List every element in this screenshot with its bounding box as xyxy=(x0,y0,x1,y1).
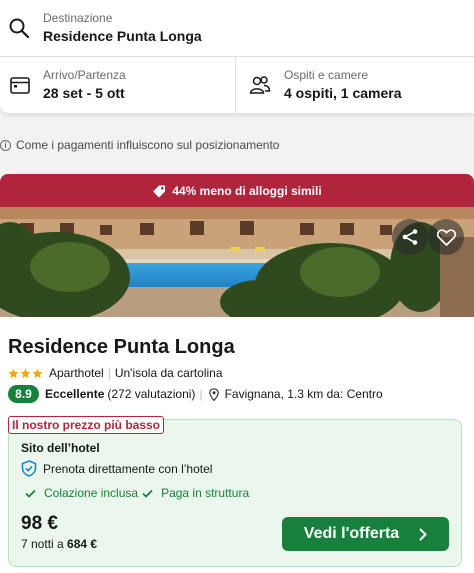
location-pin-icon xyxy=(208,387,219,401)
check-icon xyxy=(142,489,153,498)
share-icon xyxy=(402,229,418,245)
star-rating xyxy=(8,367,43,379)
hotel-meta: Aparthotel | Un'isola da cartolina xyxy=(8,366,223,380)
heart-icon xyxy=(436,228,456,246)
calendar-icon xyxy=(10,77,30,94)
deal-banner: 44% meno di alloggi simili xyxy=(0,174,474,207)
nights-total-price: 684 € xyxy=(67,537,98,551)
guests-label: Ospiti e camere xyxy=(284,68,369,82)
destination-value: Residence Punta Longa xyxy=(43,28,202,44)
hotel-tagline: Un'isola da cartolina xyxy=(114,366,223,380)
nights-total: 7 notti a 684 € xyxy=(21,537,97,551)
tag-icon xyxy=(153,185,166,197)
direct-booking-note: Prenota direttamente con l’hotel xyxy=(21,460,212,477)
perk-breakfast: Colazione inclusa xyxy=(44,486,139,500)
star-icon xyxy=(32,367,43,378)
deal-text: 44% meno di alloggi simili xyxy=(172,183,322,198)
guests-field[interactable]: Ospiti e camere 4 ospiti, 1 camera xyxy=(236,57,474,113)
best-price-badge: Il nostro prezzo più basso xyxy=(8,416,165,434)
nights-prefix: 7 notti a xyxy=(21,537,64,551)
share-button[interactable] xyxy=(392,219,428,255)
divider: | xyxy=(199,387,203,401)
search-card: Destinazione Residence Punta Longa Arriv… xyxy=(0,0,474,113)
guests-icon xyxy=(249,76,271,94)
dates-field[interactable]: Arrivo/Partenza 28 set - 5 ott xyxy=(0,57,236,113)
rating-label: Eccellente xyxy=(45,387,105,401)
rating-score-badge: 8.9 xyxy=(8,385,39,403)
hotel-location: Favignana, 1.3 km da: Centro xyxy=(224,387,383,401)
favorite-button[interactable] xyxy=(428,219,464,255)
offer-perks: Colazione inclusa Paga in struttura xyxy=(21,486,249,500)
divider: | xyxy=(107,366,111,380)
shield-check-icon xyxy=(21,460,37,477)
hotel-photo[interactable] xyxy=(0,207,474,317)
hotel-name[interactable]: Residence Punta Longa xyxy=(8,336,235,359)
check-icon xyxy=(25,489,36,498)
view-deal-button[interactable]: Vedi l'offerta xyxy=(282,517,449,551)
direct-booking-text: Prenota direttamente con l’hotel xyxy=(43,461,213,476)
guests-value: 4 ospiti, 1 camera xyxy=(284,85,402,101)
perk-pay-at-property: Paga in struttura xyxy=(161,486,250,500)
review-count[interactable]: (272 valutazioni) xyxy=(107,387,195,401)
info-icon: i xyxy=(0,139,11,151)
view-deal-label: Vedi l'offerta xyxy=(303,525,400,542)
search-icon xyxy=(9,18,30,39)
hotel-type: Aparthotel xyxy=(49,366,104,380)
dates-label: Arrivo/Partenza xyxy=(43,68,126,82)
ranking-info-link[interactable]: i Come i pagamenti influiscono sul posiz… xyxy=(0,138,279,152)
dates-value: 28 set - 5 ott xyxy=(43,85,125,101)
ranking-info-text: Come i pagamenti influiscono sul posizio… xyxy=(16,138,280,152)
star-icon xyxy=(8,367,19,378)
offer-price: 98 € xyxy=(21,513,58,534)
rating-line: 8.9 Eccellente (272 valutazioni) | Favig… xyxy=(8,385,383,403)
chevron-right-icon xyxy=(419,528,427,540)
destination-label: Destinazione xyxy=(43,11,113,25)
hotel-details: Residence Punta Longa Aparthotel | Un'is… xyxy=(0,317,474,573)
offer-provider: Sito dell’hotel xyxy=(21,441,100,455)
destination-field[interactable]: Destinazione Residence Punta Longa xyxy=(0,0,474,57)
star-icon xyxy=(20,367,31,378)
